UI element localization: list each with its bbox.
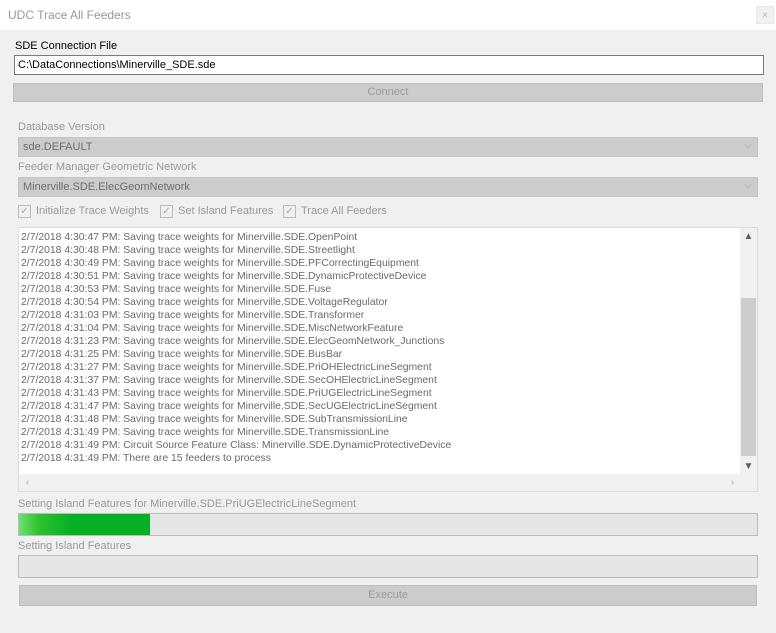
log-line: 2/7/2018 4:31:23 PM: Saving trace weight… xyxy=(21,336,445,347)
set-island-features-checkbox[interactable]: ✓ Set Island Features xyxy=(160,204,273,218)
log-line: 2/7/2018 4:31:49 PM: Circuit Source Feat… xyxy=(21,440,452,451)
log-lines: 2/7/2018 4:30:47 PM: Saving trace weight… xyxy=(21,231,736,465)
progress-status-label: Setting Island Features for Minerville.S… xyxy=(18,498,357,510)
log-line: 2/7/2018 4:31:49 PM: There are 15 feeder… xyxy=(21,453,271,464)
log-line: 2/7/2018 4:30:51 PM: Saving trace weight… xyxy=(21,271,427,282)
database-version-value: sde.DEFAULT xyxy=(23,141,93,153)
log-line: 2/7/2018 4:30:53 PM: Saving trace weight… xyxy=(21,284,332,295)
log-output[interactable]: 2/7/2018 4:30:47 PM: Saving trace weight… xyxy=(18,227,758,492)
chevron-down-icon: ⌵ xyxy=(744,140,752,151)
overall-progress-bar xyxy=(18,555,758,578)
check-icon: ✓ xyxy=(283,204,296,218)
check-icon: ✓ xyxy=(18,204,31,218)
scroll-left-icon[interactable]: ‹ xyxy=(19,474,36,491)
trace-all-feeders-checkbox[interactable]: ✓ Trace All Feeders xyxy=(283,204,387,218)
checkbox-label: Initialize Trace Weights xyxy=(36,205,149,217)
scroll-up-icon[interactable]: ▲ xyxy=(740,228,757,245)
log-line: 2/7/2018 4:30:47 PM: Saving trace weight… xyxy=(21,232,358,243)
check-icon: ✓ xyxy=(160,204,173,218)
log-line: 2/7/2018 4:31:47 PM: Saving trace weight… xyxy=(21,401,437,412)
log-line: 2/7/2018 4:31:48 PM: Saving trace weight… xyxy=(21,414,408,425)
connect-button[interactable]: Connect xyxy=(13,83,763,102)
close-button[interactable]: × xyxy=(756,6,774,24)
database-version-select[interactable]: sde.DEFAULT ⌵ xyxy=(18,137,758,157)
vertical-scrollbar[interactable]: ▲ ▼ xyxy=(740,228,757,475)
log-line: 2/7/2018 4:30:54 PM: Saving trace weight… xyxy=(21,297,388,308)
chevron-down-icon: ⌵ xyxy=(744,180,752,191)
log-line: 2/7/2018 4:31:04 PM: Saving trace weight… xyxy=(21,323,404,334)
window-title: UDC Trace All Feeders xyxy=(8,8,131,22)
scroll-thumb[interactable] xyxy=(741,298,756,456)
island-features-progress-bar xyxy=(18,513,758,536)
sde-connection-label: SDE Connection File xyxy=(15,40,118,52)
log-line: 2/7/2018 4:30:49 PM: Saving trace weight… xyxy=(21,258,419,269)
checkbox-label: Trace All Feeders xyxy=(301,205,387,217)
log-line: 2/7/2018 4:30:48 PM: Saving trace weight… xyxy=(21,245,355,256)
log-line: 2/7/2018 4:31:49 PM: Saving trace weight… xyxy=(21,427,390,438)
log-line: 2/7/2018 4:31:37 PM: Saving trace weight… xyxy=(21,375,437,386)
log-line: 2/7/2018 4:31:27 PM: Saving trace weight… xyxy=(21,362,432,373)
checkbox-label: Set Island Features xyxy=(178,205,274,217)
horizontal-scrollbar[interactable]: ‹ › xyxy=(19,474,741,491)
scroll-down-icon[interactable]: ▼ xyxy=(740,458,757,475)
title-bar: UDC Trace All Feeders × xyxy=(0,0,776,30)
log-line: 2/7/2018 4:31:43 PM: Saving trace weight… xyxy=(21,388,432,399)
progress-fill xyxy=(19,514,150,535)
sde-connection-input[interactable] xyxy=(14,55,764,75)
geometric-network-value: Minerville.SDE.ElecGeomNetwork xyxy=(23,181,190,193)
close-icon: × xyxy=(762,10,768,21)
execute-button[interactable]: Execute xyxy=(19,585,757,606)
scroll-right-icon[interactable]: › xyxy=(724,474,741,491)
geometric-network-select[interactable]: Minerville.SDE.ElecGeomNetwork ⌵ xyxy=(18,177,758,197)
log-line: 2/7/2018 4:31:03 PM: Saving trace weight… xyxy=(21,310,365,321)
geometric-network-label: Feeder Manager Geometric Network xyxy=(18,161,197,173)
initialize-trace-weights-checkbox[interactable]: ✓ Initialize Trace Weights xyxy=(18,204,149,218)
scrollbar-corner xyxy=(740,474,757,491)
log-line: 2/7/2018 4:31:25 PM: Saving trace weight… xyxy=(21,349,343,360)
overall-status-label: Setting Island Features xyxy=(18,540,132,552)
database-version-label: Database Version xyxy=(18,121,105,133)
